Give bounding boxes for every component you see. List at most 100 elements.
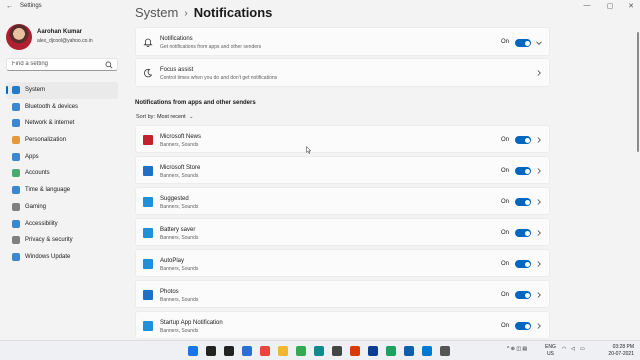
chevron-right-icon[interactable] xyxy=(535,229,543,237)
network-icon xyxy=(12,119,20,128)
wifi-icon[interactable]: ◠ xyxy=(562,346,566,352)
sidebar-item-gaming[interactable]: Gaming xyxy=(6,199,118,216)
scrollbar[interactable] xyxy=(637,32,639,152)
startup-icon xyxy=(143,321,153,331)
app-toggle[interactable] xyxy=(515,198,531,206)
app-toggle[interactable] xyxy=(515,229,531,237)
sidebar-item-label: Windows Update xyxy=(25,253,71,260)
back-arrow-icon[interactable]: ← xyxy=(6,3,13,10)
app-toggle[interactable] xyxy=(515,136,531,144)
app-toggle[interactable] xyxy=(515,167,531,175)
chevron-right-icon[interactable] xyxy=(535,136,543,144)
app-toggle[interactable] xyxy=(515,291,531,299)
volume-icon[interactable]: ◁ xyxy=(571,346,575,352)
file-explorer-icon[interactable] xyxy=(278,346,288,356)
app-toggle-state: On xyxy=(500,137,509,143)
chevron-right-icon[interactable] xyxy=(535,69,543,77)
notifications-toggle[interactable] xyxy=(515,39,531,47)
language-indicator[interactable]: ENG US xyxy=(545,344,556,358)
edge-icon[interactable] xyxy=(314,346,324,356)
chevron-right-icon[interactable] xyxy=(535,167,543,175)
sidebar-item-privacy-security[interactable]: Privacy & security xyxy=(6,232,118,249)
chevron-right-icon[interactable] xyxy=(535,291,543,299)
system-tray[interactable]: ^ ⊕ ◫ ▤ xyxy=(507,346,527,352)
app-icon[interactable] xyxy=(404,346,414,356)
app-toggle[interactable] xyxy=(515,260,531,268)
app-toggle[interactable] xyxy=(515,322,531,330)
user-email: alex_djcool@yahoo.co.in xyxy=(37,38,93,44)
focus-assist-title: Focus assist xyxy=(160,67,194,73)
notifications-title: Notifications xyxy=(160,36,193,42)
sidebar-item-label: Personalization xyxy=(25,137,67,144)
apps-icon xyxy=(12,152,20,161)
app-notification-row[interactable]: Microsoft News Banners, Sounds On xyxy=(135,125,550,153)
app-name: Photos xyxy=(160,289,179,295)
app-toggle-state: On xyxy=(500,168,509,174)
chrome-icon[interactable] xyxy=(296,346,306,356)
search-input[interactable] xyxy=(12,61,102,67)
app-name: Suggested xyxy=(160,196,189,202)
clock[interactable]: 03:28 PM 20-07-2021 xyxy=(608,344,634,358)
sidebar-item-label: Gaming xyxy=(25,203,47,210)
chrome-icon[interactable] xyxy=(386,346,396,356)
sidebar-item-label: Accessibility xyxy=(25,220,58,227)
search-icon[interactable] xyxy=(206,346,216,356)
bell-icon xyxy=(143,38,153,47)
breadcrumb-parent[interactable]: System xyxy=(135,5,178,20)
search-box[interactable] xyxy=(6,58,118,71)
calendar-icon[interactable] xyxy=(332,346,342,356)
app-notification-row[interactable]: Battery saver Banners, Sounds On xyxy=(135,218,550,246)
region-code: US xyxy=(546,351,554,357)
taskbar: ^ ⊕ ◫ ▤ ENG US ◠ ◁ ▭ 03:28 PM 20-07-2021 xyxy=(0,340,640,360)
app-toggle-state: On xyxy=(500,323,509,329)
sidebar-item-accessibility[interactable]: Accessibility xyxy=(6,216,118,233)
app-name: Battery saver xyxy=(160,227,196,233)
sidebar-item-personalization[interactable]: Personalization xyxy=(6,132,118,149)
sort-control[interactable]: Sort by: Most recent ⌄ xyxy=(136,114,193,120)
clock-date: 20-07-2021 xyxy=(608,351,634,357)
sidebar-item-time-language[interactable]: Time & language xyxy=(6,182,118,199)
app-toggle-state: On xyxy=(500,292,509,298)
shield-icon xyxy=(12,236,20,245)
battery-icon[interactable]: ▭ xyxy=(580,346,585,352)
app-icon[interactable] xyxy=(350,346,360,356)
chevron-right-icon[interactable] xyxy=(535,322,543,330)
photos-icon xyxy=(143,290,153,300)
chevron-right-icon[interactable] xyxy=(535,198,543,206)
system-icon xyxy=(12,86,20,94)
app-notification-row[interactable]: Suggested Banners, Sounds On xyxy=(135,187,550,215)
chevron-down-icon[interactable] xyxy=(535,39,543,47)
sidebar-item-accounts[interactable]: Accounts xyxy=(6,165,118,182)
sidebar-item-label: Network & internet xyxy=(25,120,75,127)
store-icon[interactable] xyxy=(422,346,432,356)
main-content: System › Notifications Notifications Get n… xyxy=(126,0,640,340)
chevron-down-icon: ⌄ xyxy=(189,114,194,120)
focus-assist-subtitle: Control times when you do and don't get … xyxy=(160,75,278,81)
sidebar-item-label: Accounts xyxy=(25,170,50,177)
app-notification-row[interactable]: Photos Banners, Sounds On xyxy=(135,280,550,308)
sort-value[interactable]: Most recent xyxy=(157,114,186,120)
task-view-icon[interactable] xyxy=(224,346,234,356)
chevron-right-icon[interactable] xyxy=(535,260,543,268)
app-notification-row[interactable]: AutoPlay Banners, Sounds On xyxy=(135,249,550,277)
sidebar-item-bluetooth-devices[interactable]: Bluetooth & devices xyxy=(6,99,118,116)
app-notification-row[interactable]: Startup App Notification Banners, Sounds O… xyxy=(135,311,550,339)
nav-list: System Bluetooth & devices Network & inter… xyxy=(6,82,118,266)
sidebar-item-network-internet[interactable]: Network & internet xyxy=(6,115,118,132)
breadcrumb: System › Notifications xyxy=(135,5,272,20)
sidebar-item-system[interactable]: System xyxy=(6,82,118,99)
photoshop-icon[interactable] xyxy=(368,346,378,356)
gamepad-icon xyxy=(12,202,20,211)
brush-icon xyxy=(12,136,20,145)
sidebar-item-apps[interactable]: Apps xyxy=(6,149,118,166)
focus-assist-card[interactable]: Focus assist Control times when you do a… xyxy=(135,58,550,87)
moon-icon xyxy=(144,68,153,78)
sidebar-item-label: Privacy & security xyxy=(25,237,73,244)
app-notification-row[interactable]: Microsoft Store Banners, Sounds On xyxy=(135,156,550,184)
widgets-icon[interactable] xyxy=(242,346,252,356)
start-icon[interactable] xyxy=(188,346,198,356)
settings-icon[interactable] xyxy=(440,346,450,356)
sidebar-item-windows-update[interactable]: Windows Update xyxy=(6,249,118,266)
chrome-icon[interactable] xyxy=(260,346,270,356)
notifications-card[interactable]: Notifications Get notifications from app… xyxy=(135,27,550,56)
